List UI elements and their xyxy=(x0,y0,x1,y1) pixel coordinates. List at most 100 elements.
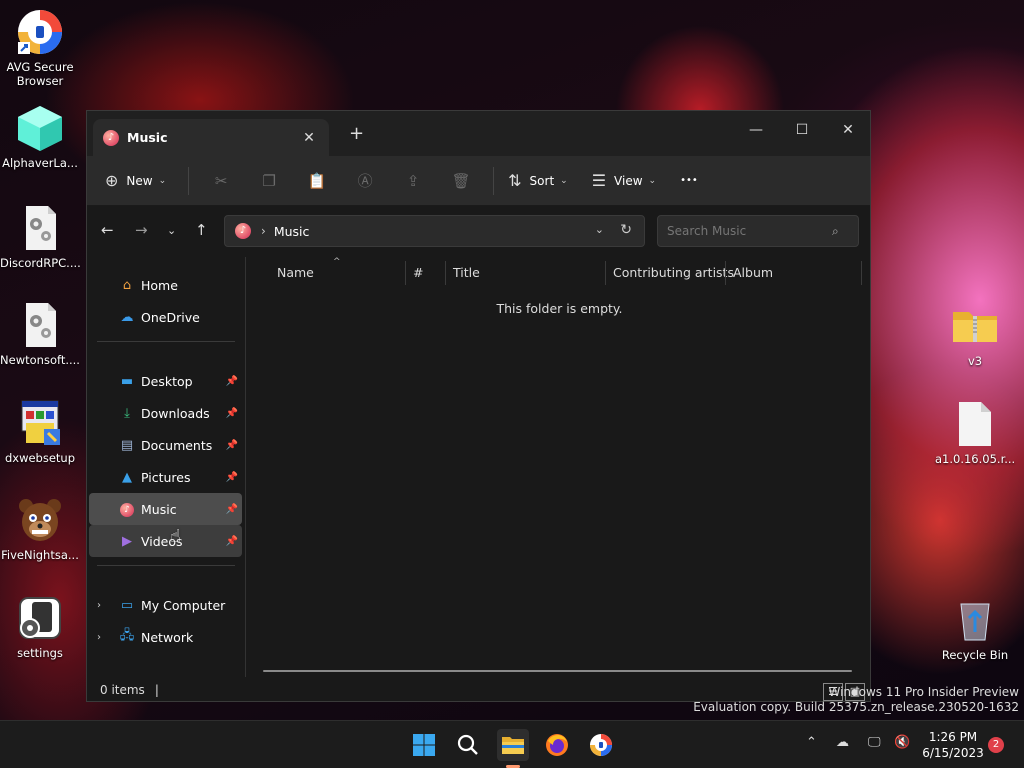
share-icon[interactable]: ⇪ xyxy=(389,172,437,190)
file-explorer-window[interactable]: ♪ Music ✕ + — ☐ ✕ ⊕ New ⌄ ✂ ❐ 📋 Ⓐ ⇪ 🗑 ⇅ … xyxy=(86,110,871,702)
show-hidden-icons-icon[interactable]: ⌃ xyxy=(806,735,817,750)
desktop-icon-a1-file[interactable]: a1.0.16.05.r... xyxy=(935,400,1015,466)
sidebar-item-onedrive[interactable]: ☁ OneDrive xyxy=(89,301,242,333)
column-header-contributing-artists[interactable]: Contributing artists xyxy=(613,265,734,280)
sidebar-item-videos[interactable]: ▶ Videos 📌 xyxy=(89,525,242,557)
breadcrumb-music[interactable]: Music xyxy=(274,224,310,239)
column-header-number[interactable]: # xyxy=(413,265,423,280)
column-header-album[interactable]: Album xyxy=(733,265,773,280)
firefox-icon[interactable] xyxy=(541,729,573,761)
pin-icon[interactable]: 📌 xyxy=(226,504,238,515)
cut-icon[interactable]: ✂ xyxy=(197,172,245,190)
horizontal-scrollbar[interactable] xyxy=(263,670,852,672)
desktop-icon-label: DiscordRPC.... xyxy=(0,256,81,270)
chevron-down-icon: ⌄ xyxy=(648,175,657,186)
refresh-icon[interactable]: ↻ xyxy=(620,222,632,238)
desktop-icon-dxwebsetup[interactable]: dxwebsetup xyxy=(0,399,80,465)
sidebar-item-downloads[interactable]: ⤓ Downloads 📌 xyxy=(89,397,242,429)
system-clock[interactable]: 1:26 PM 6/15/2023 xyxy=(918,729,988,761)
picture-icon: ▲ xyxy=(122,469,132,485)
desktop-icon-label: Newtonsoft.... xyxy=(0,353,80,367)
sidebar-item-label: Desktop xyxy=(141,373,193,389)
sidebar-item-music[interactable]: ♪ Music 📌 xyxy=(89,493,242,525)
title-bar[interactable]: ♪ Music ✕ + — ☐ ✕ xyxy=(87,111,870,156)
desktop-icon-discordrpc[interactable]: DiscordRPC.... xyxy=(0,204,81,270)
sort-ascending-icon: ^ xyxy=(333,257,341,267)
tab-close-button[interactable]: ✕ xyxy=(299,130,319,146)
cube-icon xyxy=(16,104,64,152)
pin-icon[interactable]: 📌 xyxy=(226,472,238,483)
pane-splitter[interactable] xyxy=(245,257,246,677)
pin-icon[interactable]: 📌 xyxy=(226,408,238,419)
more-options-button[interactable]: ••• xyxy=(680,175,698,186)
desktop-icon-alphaverla[interactable]: AlphaverLa... xyxy=(0,104,80,170)
sidebar-item-label: Documents xyxy=(141,437,213,453)
desktop-icon-newtonsoft[interactable]: Newtonsoft.... xyxy=(0,301,80,367)
desktop-icon-recycle-bin[interactable]: Recycle Bin xyxy=(935,596,1015,662)
back-arrow-icon[interactable]: ← xyxy=(101,221,114,239)
column-divider[interactable] xyxy=(861,261,862,285)
file-list-pane[interactable]: ^ Name # Title Contributing artists Albu… xyxy=(247,257,872,677)
taskbar: ⌃ ☁ 🖵 🔇 1:26 PM 6/15/2023 2 xyxy=(0,720,1024,768)
address-bar[interactable]: ♪ › Music ⌄ ↻ xyxy=(224,215,645,247)
desktop-icon-label: FiveNightsa... xyxy=(1,548,79,562)
tab-music[interactable]: ♪ Music ✕ xyxy=(93,119,329,156)
desktop-icon-avg-browser[interactable]: AVG Secure Browser xyxy=(0,8,80,88)
volume-muted-icon[interactable]: 🔇 xyxy=(894,735,910,750)
start-icon[interactable] xyxy=(408,729,440,761)
sidebar-item-documents[interactable]: ▤ Documents 📌 xyxy=(89,429,242,461)
expand-chevron-icon[interactable]: › xyxy=(97,632,101,643)
sidebar-item-network[interactable]: › 🖧 Network xyxy=(89,621,242,653)
new-tab-button[interactable]: + xyxy=(349,123,364,144)
recent-locations-icon[interactable]: ⌄ xyxy=(167,224,176,237)
sidebar-item-desktop[interactable]: ▬ Desktop 📌 xyxy=(89,365,242,397)
sidebar-item-pictures[interactable]: ▲ Pictures 📌 xyxy=(89,461,242,493)
address-dropdown-icon[interactable]: ⌄ xyxy=(595,223,604,236)
download-icon: ⤓ xyxy=(124,405,130,421)
view-button[interactable]: ☰ View ⌄ xyxy=(592,171,656,190)
desktop-icon-label: v3 xyxy=(967,354,983,368)
close-window-button[interactable]: ✕ xyxy=(825,115,871,145)
up-arrow-icon[interactable]: ↑ xyxy=(195,221,208,239)
paste-icon[interactable]: 📋 xyxy=(293,172,341,190)
column-divider[interactable] xyxy=(725,261,726,285)
avg-browser-icon xyxy=(16,8,64,56)
search-input[interactable] xyxy=(657,215,859,247)
minimize-button[interactable]: — xyxy=(733,115,779,145)
notification-badge[interactable]: 2 xyxy=(988,737,1004,753)
column-divider[interactable] xyxy=(405,261,406,285)
settings-file-icon xyxy=(16,301,64,349)
copy-icon[interactable]: ❐ xyxy=(245,172,293,190)
view-icon: ☰ xyxy=(591,171,607,190)
desktop-icon-fivenights[interactable]: FiveNightsa... xyxy=(0,496,80,562)
network-status-icon[interactable]: 🖵 xyxy=(868,735,881,750)
sidebar-item-my-computer[interactable]: › ▭ My Computer xyxy=(89,589,242,621)
pin-icon[interactable]: 📌 xyxy=(226,376,238,387)
desktop-icon-label: a1.0.16.05.r... xyxy=(935,452,1016,466)
file-explorer-icon[interactable] xyxy=(497,729,529,761)
column-divider[interactable] xyxy=(445,261,446,285)
expand-chevron-icon[interactable]: › xyxy=(97,600,101,611)
navigation-pane: ⌂ Home ☁ OneDrive ▬ Desktop 📌 ⤓ Download… xyxy=(87,257,245,673)
column-header-title[interactable]: Title xyxy=(453,265,480,280)
new-button[interactable]: ⊕ New ⌄ xyxy=(105,171,166,190)
onedrive-cloud-icon[interactable]: ☁ xyxy=(836,735,849,750)
forward-arrow-icon[interactable]: → xyxy=(135,221,148,239)
desktop-icon-settings[interactable]: settings xyxy=(0,594,80,660)
search-icon[interactable]: ⌕ xyxy=(832,224,839,239)
new-button-label: New xyxy=(126,173,153,188)
column-header-name[interactable]: Name xyxy=(277,265,314,280)
home-icon: ⌂ xyxy=(122,277,132,293)
empty-folder-message: This folder is empty. xyxy=(496,301,623,316)
pin-icon[interactable]: 📌 xyxy=(226,440,238,451)
sidebar-item-home[interactable]: ⌂ Home xyxy=(89,269,242,301)
delete-icon[interactable]: 🗑 xyxy=(437,172,485,190)
desktop-icon-v3[interactable]: v3 xyxy=(935,302,1015,368)
rename-icon[interactable]: Ⓐ xyxy=(341,170,389,191)
search-icon[interactable] xyxy=(452,729,484,761)
sort-button[interactable]: ⇅ Sort ⌄ xyxy=(508,171,568,190)
maximize-button[interactable]: ☐ xyxy=(779,115,825,145)
pin-icon[interactable]: 📌 xyxy=(226,536,238,547)
column-divider[interactable] xyxy=(605,261,606,285)
avg-browser-icon[interactable] xyxy=(585,729,617,761)
